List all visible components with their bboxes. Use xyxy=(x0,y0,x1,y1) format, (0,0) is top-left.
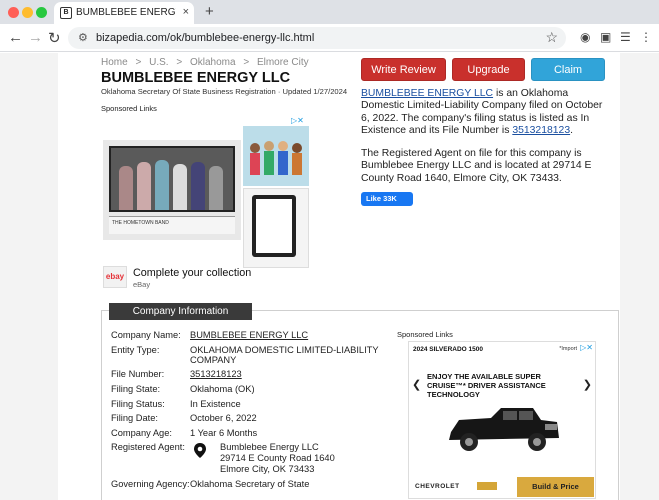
tab-strip: B BUMBLEBEE ENERGY LLC in × + xyxy=(0,0,659,24)
breadcrumb-separator: > xyxy=(176,57,183,68)
ad-headline[interactable]: Complete your collection xyxy=(133,267,251,279)
breadcrumb: Home > U.S. > Oklahoma > Elmore City xyxy=(101,57,314,68)
filing-status-value: In Existence xyxy=(190,399,241,409)
forward-arrow-icon[interactable]: → xyxy=(28,29,43,46)
breadcrumb-city[interactable]: Elmore City xyxy=(257,57,309,68)
album-image[interactable]: THE HOMETOWN BAND xyxy=(103,140,241,240)
ebay-ad[interactable]: THE HOMETOWN BAND ▷✕ xyxy=(101,116,311,291)
company-description: BUMBLEBEE ENERGY LLC is an Oklahoma Dome… xyxy=(361,88,611,137)
agent-name: Bumblebee Energy LLC xyxy=(220,442,319,452)
new-tab-icon[interactable]: + xyxy=(205,3,214,20)
ad-source[interactable]: eBay xyxy=(133,280,150,289)
filing-date-label: Filing Date: xyxy=(111,413,159,423)
entity-type-value: OKLAHOMA DOMESTIC LIMITED-LIABILITY xyxy=(190,345,379,355)
write-review-button[interactable]: Write Review xyxy=(361,58,446,81)
chevrolet-logo-text: CHEVROLET xyxy=(415,483,460,490)
breadcrumb-us[interactable]: U.S. xyxy=(149,57,168,68)
agent-street: 29714 E County Road 1640 xyxy=(220,453,335,463)
group-photo[interactable] xyxy=(243,126,309,186)
menu-icon[interactable]: ⋮ xyxy=(640,30,652,44)
company-age-value: 1 Year 6 Months xyxy=(190,428,258,438)
puzzle-extensions-icon[interactable]: ▣ xyxy=(600,30,611,44)
agent-city: Elmore City, OK 73433 xyxy=(220,464,315,474)
sponsored-label: Sponsored Links xyxy=(101,104,157,113)
truck-image[interactable] xyxy=(445,402,563,454)
claim-button[interactable]: Claim xyxy=(531,58,605,81)
filing-status-label: Filing Status: xyxy=(111,399,165,409)
build-price-button[interactable]: Build & Price xyxy=(517,477,594,497)
filing-date-value: October 6, 2022 xyxy=(190,413,257,423)
company-name-value[interactable]: BUMBLEBEE ENERGY LLC xyxy=(190,330,308,341)
maximize-window-button[interactable] xyxy=(36,7,47,18)
breadcrumb-state[interactable]: Oklahoma xyxy=(190,57,236,68)
right-gutter xyxy=(620,53,659,500)
entity-type-value-cont: COMPANY xyxy=(190,355,237,365)
file-number-label: File Number: xyxy=(111,369,165,379)
governing-agency-value: Oklahoma Secretary of State xyxy=(190,479,310,489)
location-pin-icon xyxy=(194,443,206,458)
adchoices-icon[interactable]: ▷✕ xyxy=(580,343,593,352)
breadcrumb-separator: > xyxy=(243,57,250,68)
entity-type-label: Entity Type: xyxy=(111,345,160,355)
company-name-label: Company Name: xyxy=(111,330,181,340)
browser-toolbar: ← → ↻ ⚙ bizapedia.com/ok/bumblebee-energ… xyxy=(0,24,659,52)
chevrolet-bowtie-icon xyxy=(477,482,497,490)
sponsored-label: Sponsored Links xyxy=(397,330,453,339)
ad-footer: CHEVROLET Build & Price xyxy=(409,476,595,498)
breadcrumb-separator: > xyxy=(135,57,142,68)
page-content: Home > U.S. > Oklahoma > Elmore City BUM… xyxy=(0,53,659,500)
url-text[interactable]: bizapedia.com/ok/bumblebee-energy-llc.ht… xyxy=(96,32,314,44)
tablet-device xyxy=(252,195,296,257)
reading-list-icon[interactable]: ☰ xyxy=(620,30,631,44)
back-arrow-icon[interactable]: ← xyxy=(8,29,23,46)
bookmark-star-icon[interactable]: ☆ xyxy=(545,29,558,46)
chevrolet-ad[interactable]: 2024 SILVERADO 1500 *Import ▷✕ ❮ ❯ ENJOY… xyxy=(408,341,596,499)
left-gutter xyxy=(0,53,58,500)
governing-agency-label: Governing Agency: xyxy=(111,479,190,489)
page-title: BUMBLEBEE ENERGY LLC xyxy=(101,70,291,86)
carousel-prev-icon[interactable]: ❮ xyxy=(412,378,421,391)
band-photo xyxy=(109,146,235,212)
registered-agent-description: The Registered Agent on file for this co… xyxy=(361,148,592,184)
description-end: . xyxy=(570,124,573,136)
carousel-next-icon[interactable]: ❯ xyxy=(583,378,592,391)
tablet-image[interactable] xyxy=(243,188,309,268)
reload-icon[interactable]: ↻ xyxy=(48,29,61,47)
file-number-link[interactable]: 3513218123 xyxy=(512,125,570,136)
company-age-label: Company Age: xyxy=(111,428,172,438)
minimize-window-button[interactable] xyxy=(22,7,33,18)
company-info-header: Company Information xyxy=(109,303,252,320)
company-name-link[interactable]: BUMBLEBEE ENERGY LLC xyxy=(361,88,493,99)
tab-close-icon[interactable]: × xyxy=(183,6,189,18)
ad-headline[interactable]: ENJOY THE AVAILABLE SUPER CRUISE™* DRIVE… xyxy=(427,372,579,399)
file-number-value[interactable]: 3513218123 xyxy=(190,369,242,380)
filing-state-value: Oklahoma (OK) xyxy=(190,384,255,394)
like-label: Like 33K xyxy=(366,194,397,203)
page-subtitle: Oklahoma Secretary Of State Business Reg… xyxy=(101,87,348,96)
ad-import-note: *Import xyxy=(559,346,577,352)
upgrade-button[interactable]: Upgrade xyxy=(452,58,525,81)
address-bar[interactable]: ⚙ bizapedia.com/ok/bumblebee-energy-llc.… xyxy=(68,27,566,49)
tab-title: BUMBLEBEE ENERGY LLC in xyxy=(76,7,176,18)
ebay-logo[interactable]: ebay xyxy=(103,266,127,288)
active-tab[interactable]: B BUMBLEBEE ENERGY LLC in × xyxy=(54,2,194,24)
site-settings-icon[interactable]: ⚙ xyxy=(78,31,88,44)
breadcrumb-home[interactable]: Home xyxy=(101,57,128,68)
close-window-button[interactable] xyxy=(8,7,19,18)
registered-agent-label: Registered Agent: xyxy=(111,442,185,452)
adchoices-icon[interactable]: ▷✕ xyxy=(291,116,304,125)
filing-state-label: Filing State: xyxy=(111,384,161,394)
extension-icon[interactable]: ◉ xyxy=(580,30,590,44)
facebook-like-button[interactable]: Like 33K xyxy=(361,192,413,206)
ad-model: 2024 SILVERADO 1500 xyxy=(413,346,483,353)
site-favicon-icon: B xyxy=(60,7,72,19)
album-caption: THE HOMETOWN BAND xyxy=(109,216,235,234)
